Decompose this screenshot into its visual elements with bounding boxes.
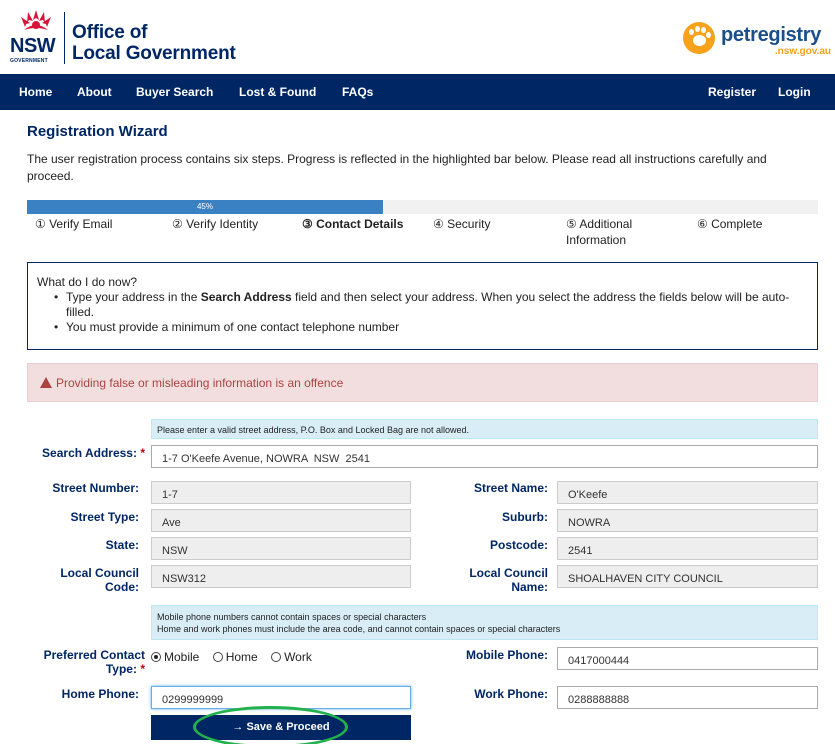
- postcode-field[interactable]: [557, 537, 818, 560]
- page-title: Registration Wizard: [27, 123, 168, 140]
- radio-unselected-icon: [212, 652, 223, 662]
- progress-label: 45%: [196, 202, 213, 211]
- radio-unselected-icon: [271, 652, 282, 662]
- phone-note-2: Home and work phones must include the ar…: [157, 624, 561, 634]
- preferred-contact-label: Preferred Contact Type: *: [27, 648, 145, 676]
- preferred-contact-radio-group: Mobile Home Work: [151, 650, 322, 664]
- step-complete: ⑥ Complete: [697, 217, 763, 231]
- step-verify-identity: ② Verify Identity: [172, 217, 259, 231]
- nav-login[interactable]: Login: [778, 85, 811, 99]
- street-type-field[interactable]: [151, 509, 411, 532]
- street-number-field[interactable]: [151, 481, 411, 504]
- council-name-label: Local Council Name:: [420, 566, 548, 594]
- council-name-label-line1: Local Council: [469, 566, 548, 580]
- council-code-label: Local Council Code:: [27, 566, 139, 594]
- radio-home-label: Home: [225, 650, 258, 664]
- warning-triangle-icon: [40, 377, 52, 388]
- street-type-label: Street Type:: [70, 510, 139, 524]
- progress-bar: 45%: [27, 200, 818, 214]
- step-contact-details: ③ Contact Details: [302, 217, 404, 231]
- nav-faqs[interactable]: FAQs: [342, 85, 373, 99]
- radio-home[interactable]: Home: [212, 650, 258, 664]
- highlight-oval-annotation: [193, 706, 348, 744]
- radio-work[interactable]: Work: [271, 650, 312, 664]
- mobile-phone-input[interactable]: [557, 647, 818, 670]
- council-name-field[interactable]: [557, 565, 818, 588]
- council-code-field[interactable]: [151, 565, 411, 588]
- mobile-phone-label: Mobile Phone:: [466, 648, 548, 662]
- street-name-label: Street Name:: [473, 481, 548, 495]
- radio-work-label: Work: [284, 650, 312, 664]
- street-name-field[interactable]: [557, 481, 818, 504]
- state-field[interactable]: [151, 537, 411, 560]
- address-info-note: Please enter a valid street address, P.O…: [151, 419, 818, 439]
- olg-title-line1: Office of: [72, 22, 148, 43]
- waratah-icon: [21, 10, 51, 30]
- council-name-label-line2: Name:: [511, 580, 548, 594]
- site-header: NSW GOVERNMENT Office of Local Governmen…: [0, 0, 835, 74]
- logo-divider: [64, 12, 65, 64]
- preferred-contact-label-line2: Type:: [105, 662, 137, 676]
- nav-about[interactable]: About: [77, 85, 112, 99]
- search-address-input[interactable]: [151, 445, 818, 468]
- radio-mobile-label: Mobile: [164, 650, 200, 664]
- petregistry-domain: .nsw.gov.au: [774, 46, 831, 57]
- alert-text: Providing false or misleading informatio…: [56, 376, 344, 390]
- council-code-label-line2: Code:: [105, 580, 139, 594]
- required-marker: *: [140, 662, 145, 676]
- help-list: Type your address in the Search Address …: [53, 290, 807, 335]
- main-navbar: Home About Buyer Search Lost & Found FAQ…: [0, 74, 835, 110]
- nav-home[interactable]: Home: [19, 85, 52, 99]
- phone-info-note: Mobile phone numbers cannot contain spac…: [151, 605, 818, 640]
- nav-buyer-search[interactable]: Buyer Search: [136, 85, 213, 99]
- home-phone-label: Home Phone:: [61, 687, 139, 701]
- step-security: ④ Security: [433, 217, 491, 231]
- preferred-contact-label-line1: Preferred Contact: [43, 648, 145, 662]
- nsw-government-text: GOVERNMENT: [10, 58, 48, 64]
- nav-register[interactable]: Register: [708, 85, 756, 99]
- help-item: You must provide a minimum of one contac…: [53, 320, 807, 335]
- olg-title-line2: Local Government: [72, 43, 236, 64]
- search-address-label: Search Address: *: [27, 446, 145, 460]
- warning-alert: Providing false or misleading informatio…: [27, 363, 818, 402]
- paw-icon: [683, 22, 715, 54]
- radio-mobile[interactable]: Mobile: [151, 650, 199, 664]
- nsw-logo-text: NSW: [10, 35, 56, 57]
- petregistry-name: petregistry: [721, 24, 822, 46]
- work-phone-input[interactable]: [557, 686, 818, 709]
- state-label: State:: [105, 538, 139, 552]
- help-item1-pre: Type your address in the: [66, 290, 201, 304]
- postcode-label: Postcode:: [489, 538, 548, 552]
- help-item1-bold: Search Address: [200, 290, 292, 304]
- intro-text: The user registration process contains s…: [27, 152, 767, 183]
- nsw-government-logo[interactable]: NSW GOVERNMENT: [10, 8, 62, 66]
- suburb-field[interactable]: [557, 509, 818, 532]
- help-title: What do I do now?: [37, 275, 138, 289]
- street-number-label: Street Number:: [52, 481, 139, 495]
- search-address-label-text: Search Address:: [42, 446, 137, 460]
- step-verify-email: ① Verify Email: [35, 217, 113, 231]
- work-phone-label: Work Phone:: [474, 687, 548, 701]
- council-code-label-line1: Local Council: [60, 566, 139, 580]
- phone-note-1: Mobile phone numbers cannot contain spac…: [157, 612, 427, 622]
- help-item: Type your address in the Search Address …: [53, 290, 807, 320]
- petregistry-logo[interactable]: petregistry .nsw.gov.au: [683, 20, 835, 64]
- nav-lost-found[interactable]: Lost & Found: [239, 85, 316, 99]
- required-marker: *: [140, 446, 145, 460]
- help-box: What do I do now? Type your address in t…: [27, 262, 818, 350]
- suburb-label: Suburb:: [502, 510, 548, 524]
- step-additional-information: ⑤ Additional Information: [566, 217, 633, 247]
- radio-selected-icon: [151, 652, 161, 662]
